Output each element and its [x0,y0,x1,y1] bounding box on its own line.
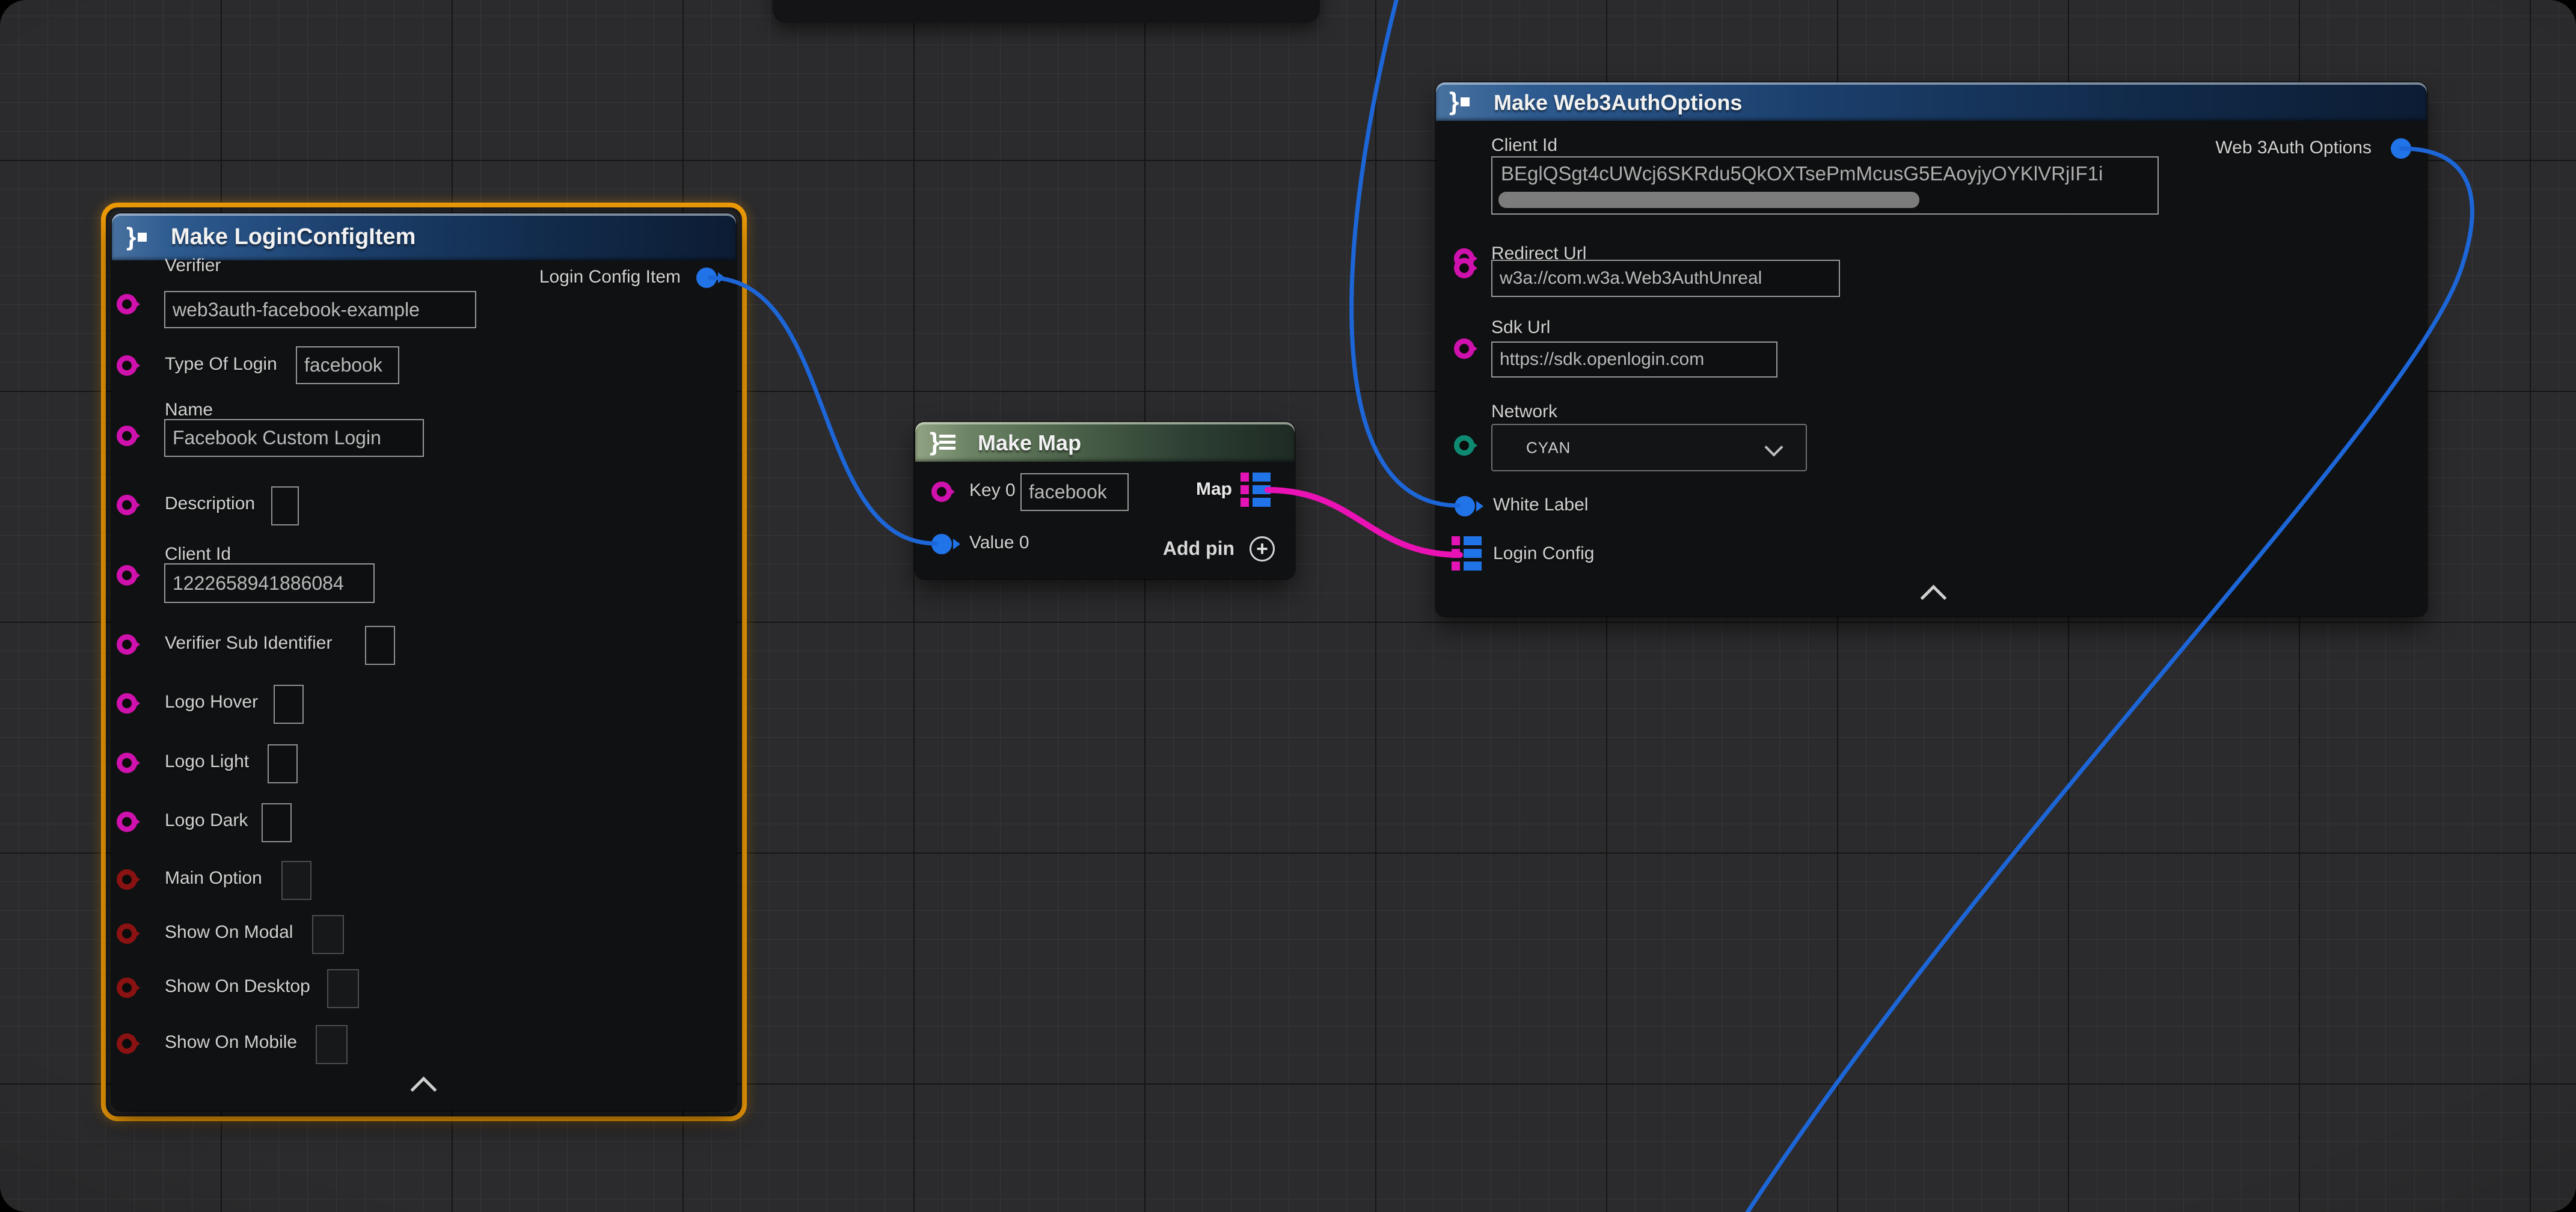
node-header[interactable]: } Make Web3AuthOptions [1436,82,2427,121]
logo-light-input[interactable] [268,744,298,783]
pin-label-web3auth-options: Web 3Auth Options [2215,138,2372,158]
logo-hover-input[interactable] [274,685,304,724]
pin-label-type-of-login: Type Of Login [165,354,277,375]
collapse-node-chevron[interactable] [411,1077,437,1103]
node-make-loginconfigitem[interactable]: } Make LoginConfigItem Verifier web3auth… [112,213,736,1110]
node-header[interactable]: } Make Map [915,422,1295,462]
pin-key-0[interactable] [931,482,952,502]
pin-label-login-config-item: Login Config Item [539,267,681,287]
redirect-url-input[interactable]: w3a://com.w3a.Web3AuthUnreal [1491,260,1840,297]
network-dropdown[interactable]: CYAN [1491,424,1807,471]
pin-logo-dark[interactable] [117,812,137,832]
add-pin-button[interactable]: Add pin [1163,537,1234,560]
pin-main-option[interactable] [117,869,137,890]
key-0-input[interactable]: facebook [1020,473,1129,511]
pin-network[interactable] [1454,435,1474,456]
pin-label-verifier-sub-identifier: Verifier Sub Identifier [165,633,332,653]
pin-verifier-sub-identifier[interactable] [117,634,137,655]
verifier-sub-identifier-input[interactable] [365,626,395,665]
pin-label-map: Map [1196,479,1232,500]
pin-verifier[interactable] [117,294,137,314]
pin-label-logo-hover: Logo Hover [165,692,258,712]
show-on-modal-checkbox[interactable] [312,915,344,954]
blueprint-graph-canvas[interactable]: } Make LoginConfigItem Verifier web3auth… [0,0,2576,1212]
pin-type-of-login[interactable] [117,355,137,376]
pin-label-name: Name [165,400,213,420]
pin-login-config[interactable] [1452,536,1482,574]
pin-show-on-mobile[interactable] [117,1033,137,1054]
pin-web3auth-options-output[interactable] [2391,138,2411,159]
type-of-login-input[interactable]: facebook [296,346,399,384]
network-dropdown-value: CYAN [1526,438,1571,457]
make-struct-icon: } [126,224,147,249]
collapse-node-chevron[interactable] [1921,585,1947,611]
node-title: Make Web3AuthOptions [1494,90,1742,115]
client-id-text: BEglQSgt4cUWcj6SKRdu5QkOXTsePmMcusG5EAoy… [1501,162,2103,185]
pin-label-show-on-desktop: Show On Desktop [165,976,310,997]
make-struct-icon: } [1449,89,1470,114]
chevron-down-icon [1764,438,1783,456]
pin-show-on-modal[interactable] [117,923,137,944]
pin-sdk-url[interactable] [1454,338,1474,359]
offscreen-node-bottom-edge[interactable] [773,0,1320,23]
make-map-icon: } [930,429,955,454]
pin-logo-light[interactable] [117,753,137,773]
logo-dark-input[interactable] [262,803,292,842]
pin-label-client-id: Client Id [165,544,231,565]
pin-label-verifier: Verifier [165,256,221,276]
main-option-checkbox[interactable] [281,861,311,900]
pin-label-sdk-url: Sdk Url [1491,317,1550,338]
pin-label-show-on-modal: Show On Modal [165,922,293,943]
name-input[interactable]: Facebook Custom Login [164,419,424,457]
client-id-input[interactable]: 1222658941886084 [164,563,375,603]
pin-name[interactable] [117,426,137,446]
pin-map-output[interactable] [1240,473,1271,510]
pin-label-logo-dark: Logo Dark [165,810,248,831]
pin-label-main-option: Main Option [165,868,262,889]
node-header[interactable]: } Make LoginConfigItem [112,213,736,260]
pin-label-key-0: Key 0 [969,480,1016,501]
node-make-web3authoptions[interactable]: } Make Web3AuthOptions Client Id BEglQSg… [1436,82,2427,616]
pin-label-white-label: White Label [1493,495,1588,515]
pin-redirect-url[interactable] [1454,258,1474,278]
pin-label-network: Network [1491,402,1557,422]
verifier-input[interactable]: web3auth-facebook-example [164,291,476,328]
pin-label-value-0: Value 0 [969,533,1029,553]
pin-description[interactable] [117,495,137,515]
pin-label-show-on-mobile: Show On Mobile [165,1032,297,1053]
pin-label-login-config: Login Config [1493,543,1594,564]
pin-logo-hover[interactable] [117,693,137,714]
show-on-mobile-checkbox[interactable] [316,1025,348,1064]
pin-client-id[interactable] [117,565,137,586]
pin-value-0[interactable] [931,534,952,554]
pin-white-label[interactable] [1455,496,1475,516]
pin-label-client-id: Client Id [1491,135,1557,156]
pin-label-logo-light: Logo Light [165,751,249,772]
show-on-desktop-checkbox[interactable] [327,969,359,1008]
node-title: Make Map [978,430,1081,456]
client-id-scrollbar[interactable] [1498,192,1919,208]
client-id-input[interactable]: BEglQSgt4cUWcj6SKRdu5QkOXTsePmMcusG5EAoy… [1491,156,2159,215]
pin-login-config-item-output[interactable] [696,268,717,288]
sdk-url-input[interactable]: https://sdk.openlogin.com [1491,341,1777,378]
pin-show-on-desktop[interactable] [117,978,137,998]
node-title: Make LoginConfigItem [171,224,416,250]
pin-label-description: Description [165,494,255,514]
node-make-map[interactable]: } Make Map Key 0 facebook Map Value 0 Ad… [915,422,1295,579]
description-input[interactable] [271,486,299,525]
add-pin-plus-icon[interactable]: + [1250,536,1275,562]
